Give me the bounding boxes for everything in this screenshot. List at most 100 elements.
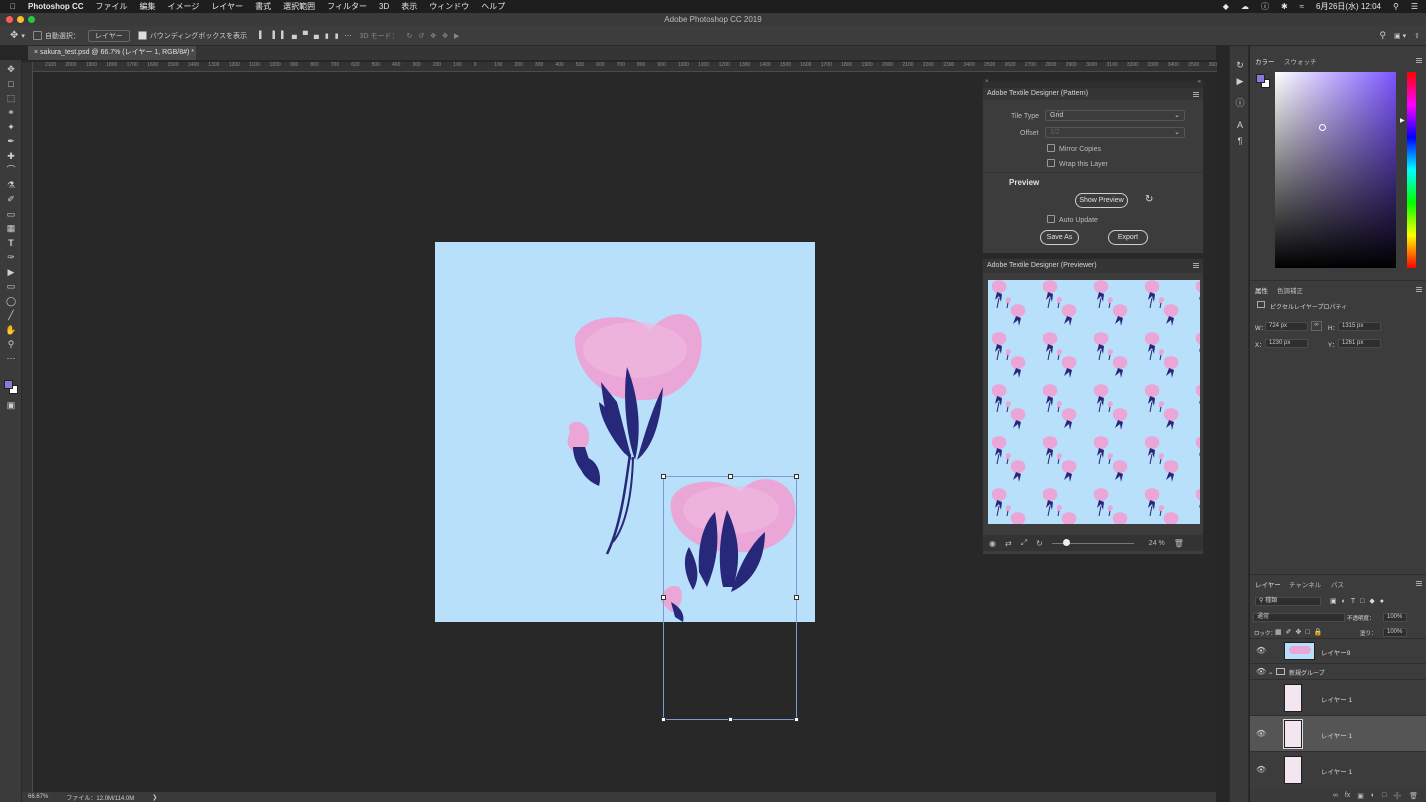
- menu-edit[interactable]: 編集: [134, 1, 162, 12]
- transform-handle-bottom-center[interactable]: [728, 717, 733, 722]
- app-menu[interactable]: Photoshop CC: [22, 2, 90, 11]
- more-tools-icon[interactable]: ⋯: [5, 353, 17, 364]
- apple-menu-icon[interactable]: : [0, 2, 22, 11]
- layer-filter-icons[interactable]: ▣◐T□◆●: [1330, 597, 1389, 605]
- w-field[interactable]: 724 px: [1265, 322, 1308, 331]
- new-layer-icon[interactable]: ➕: [1393, 792, 1402, 800]
- tile-type-select[interactable]: Grid ⌄: [1045, 110, 1185, 121]
- blend-mode-select[interactable]: 通常: [1253, 613, 1345, 622]
- adjustment-layer-icon[interactable]: ◐: [1371, 792, 1375, 799]
- auto-update-checkbox[interactable]: [1047, 215, 1055, 223]
- move-tool-icon[interactable]: ✥: [5, 64, 17, 75]
- info-icon[interactable]: ⓘ: [1255, 1, 1275, 12]
- visibility-eye-icon[interactable]: 👁: [1256, 729, 1266, 738]
- panel-menu-icon[interactable]: [1193, 263, 1199, 268]
- link-dimensions-icon[interactable]: ∞: [1311, 321, 1322, 331]
- panel-collapse-icon[interactable]: «: [1198, 79, 1201, 85]
- dropbox-icon[interactable]: ◆: [1217, 2, 1235, 11]
- tab-channels[interactable]: チャンネル: [1289, 579, 1321, 589]
- fx-icon[interactable]: fx: [1345, 792, 1350, 799]
- new-group-icon[interactable]: □: [1382, 792, 1386, 799]
- path-selection-tool-icon[interactable]: ▶: [5, 267, 17, 278]
- mirror-copies-checkbox[interactable]: [1047, 144, 1055, 152]
- actions-play-icon[interactable]: ▶: [1234, 76, 1246, 87]
- cloud-icon[interactable]: ☁: [1235, 2, 1255, 11]
- h-field[interactable]: 1315 px: [1338, 322, 1381, 331]
- marquee-tool-icon[interactable]: ⬚: [5, 93, 17, 104]
- zoom-slider[interactable]: [1051, 539, 1134, 547]
- history-icon[interactable]: ↻: [1234, 60, 1246, 71]
- lock-icons[interactable]: ▦✐✥□🔒: [1275, 628, 1326, 636]
- foreground-color-swatch[interactable]: [4, 380, 13, 389]
- align-left-icon[interactable]: ▌: [259, 32, 264, 39]
- share-icon[interactable]: ⇧: [1414, 32, 1420, 40]
- zoom-tool-icon[interactable]: ⚲: [5, 339, 17, 350]
- save-as-button[interactable]: Save As: [1040, 230, 1079, 245]
- ellipse-tool-icon[interactable]: ◯: [5, 296, 17, 307]
- layer-filter-select[interactable]: ⚲ 種類: [1255, 597, 1321, 606]
- character-panel-icon[interactable]: A: [1234, 120, 1246, 131]
- group-toggle-icon[interactable]: ⌄: [1268, 668, 1273, 676]
- hue-slider[interactable]: [1407, 72, 1416, 268]
- transform-handle-top-left[interactable]: [661, 474, 666, 479]
- transform-selection-box[interactable]: [661, 474, 799, 722]
- hue-marker-icon[interactable]: ▶: [1400, 117, 1405, 124]
- workspace-switcher-icon[interactable]: ▣ ▾: [1394, 32, 1406, 40]
- pen-tool-icon[interactable]: ✑: [5, 252, 17, 263]
- clone-stamp-tool-icon[interactable]: ⚗: [5, 180, 17, 191]
- notification-center-icon[interactable]: ☰: [1405, 2, 1426, 11]
- transform-handle-middle-right[interactable]: [794, 595, 799, 600]
- menu-view[interactable]: 表示: [395, 1, 423, 12]
- visibility-eye-icon[interactable]: 👁: [1256, 765, 1266, 774]
- transform-handle-bottom-left[interactable]: [661, 717, 666, 722]
- transform-handle-top-center[interactable]: [728, 474, 733, 479]
- show-bbox-checkbox[interactable]: [137, 31, 147, 40]
- offset-select[interactable]: 1/2 ⌄: [1045, 127, 1185, 138]
- layer-group-row[interactable]: 👁 ⌄ 新規グループ: [1250, 663, 1426, 679]
- panel-drag-strip[interactable]: × «: [983, 79, 1203, 88]
- previewer-panel-header[interactable]: Adobe Textile Designer (Previewer): [983, 259, 1203, 273]
- visibility-eye-icon[interactable]: 👁: [1256, 667, 1266, 676]
- panel-menu-icon[interactable]: [1193, 92, 1199, 97]
- zoom-level-text[interactable]: 66.67%: [28, 794, 48, 800]
- lasso-tool-icon[interactable]: ⚭: [5, 107, 17, 118]
- bluetooth-icon[interactable]: ✱: [1275, 2, 1294, 11]
- tab-adjustments[interactable]: 色調補正: [1277, 285, 1303, 295]
- transform-handle-top-right[interactable]: [794, 474, 799, 479]
- auto-select-target-select[interactable]: レイヤー: [87, 29, 130, 42]
- align-bottom-icon[interactable]: ▄: [314, 32, 319, 39]
- close-window-button[interactable]: [6, 16, 13, 23]
- 3d-slide-icon[interactable]: ✥: [442, 32, 448, 40]
- magic-wand-tool-icon[interactable]: ✦: [5, 122, 17, 133]
- rectangle-tool-icon[interactable]: ▭: [5, 281, 17, 292]
- hand-tool-icon[interactable]: ✋: [5, 325, 17, 336]
- minimize-window-button[interactable]: [17, 16, 24, 23]
- 3d-pan-icon[interactable]: ✥: [430, 32, 436, 40]
- menu-layer[interactable]: レイヤー: [205, 1, 249, 12]
- align-top-icon[interactable]: ▄: [292, 32, 297, 39]
- swap-icon[interactable]: ⇄: [1005, 539, 1012, 548]
- transform-handle-bottom-right[interactable]: [794, 717, 799, 722]
- info-panel-icon[interactable]: ⓘ: [1234, 98, 1246, 109]
- show-bbox-option[interactable]: バウンディングボックスを表示: [137, 31, 247, 41]
- x-field[interactable]: 1230 px: [1265, 339, 1308, 348]
- more-options-icon[interactable]: ⋯: [345, 32, 352, 40]
- tab-paths[interactable]: パス: [1331, 579, 1344, 589]
- eyedropper-tool-icon[interactable]: ✒: [5, 136, 17, 147]
- paragraph-panel-icon[interactable]: ¶: [1234, 136, 1246, 147]
- distribute-icon[interactable]: ▮: [325, 32, 329, 40]
- menu-image[interactable]: イメージ: [162, 1, 206, 12]
- align-middle-icon[interactable]: ▀: [303, 32, 308, 39]
- type-tool-icon[interactable]: T: [5, 238, 17, 249]
- fill-field[interactable]: 100%: [1383, 628, 1407, 637]
- align-center-icon[interactable]: ▐: [270, 32, 275, 39]
- layer-row[interactable]: 👁 レイヤー 1: [1250, 751, 1426, 787]
- gradient-tool-icon[interactable]: ▦: [5, 223, 17, 234]
- healing-brush-tool-icon[interactable]: ✚: [5, 151, 17, 162]
- delete-layer-icon[interactable]: 🗑: [1409, 792, 1418, 800]
- crop-tool-icon[interactable]: ⌒: [5, 165, 17, 176]
- opacity-field[interactable]: 100%: [1383, 613, 1407, 622]
- eraser-tool-icon[interactable]: ▭: [5, 209, 17, 220]
- line-tool-icon[interactable]: ╱: [5, 310, 17, 321]
- trash-icon[interactable]: 🗑: [1174, 539, 1184, 548]
